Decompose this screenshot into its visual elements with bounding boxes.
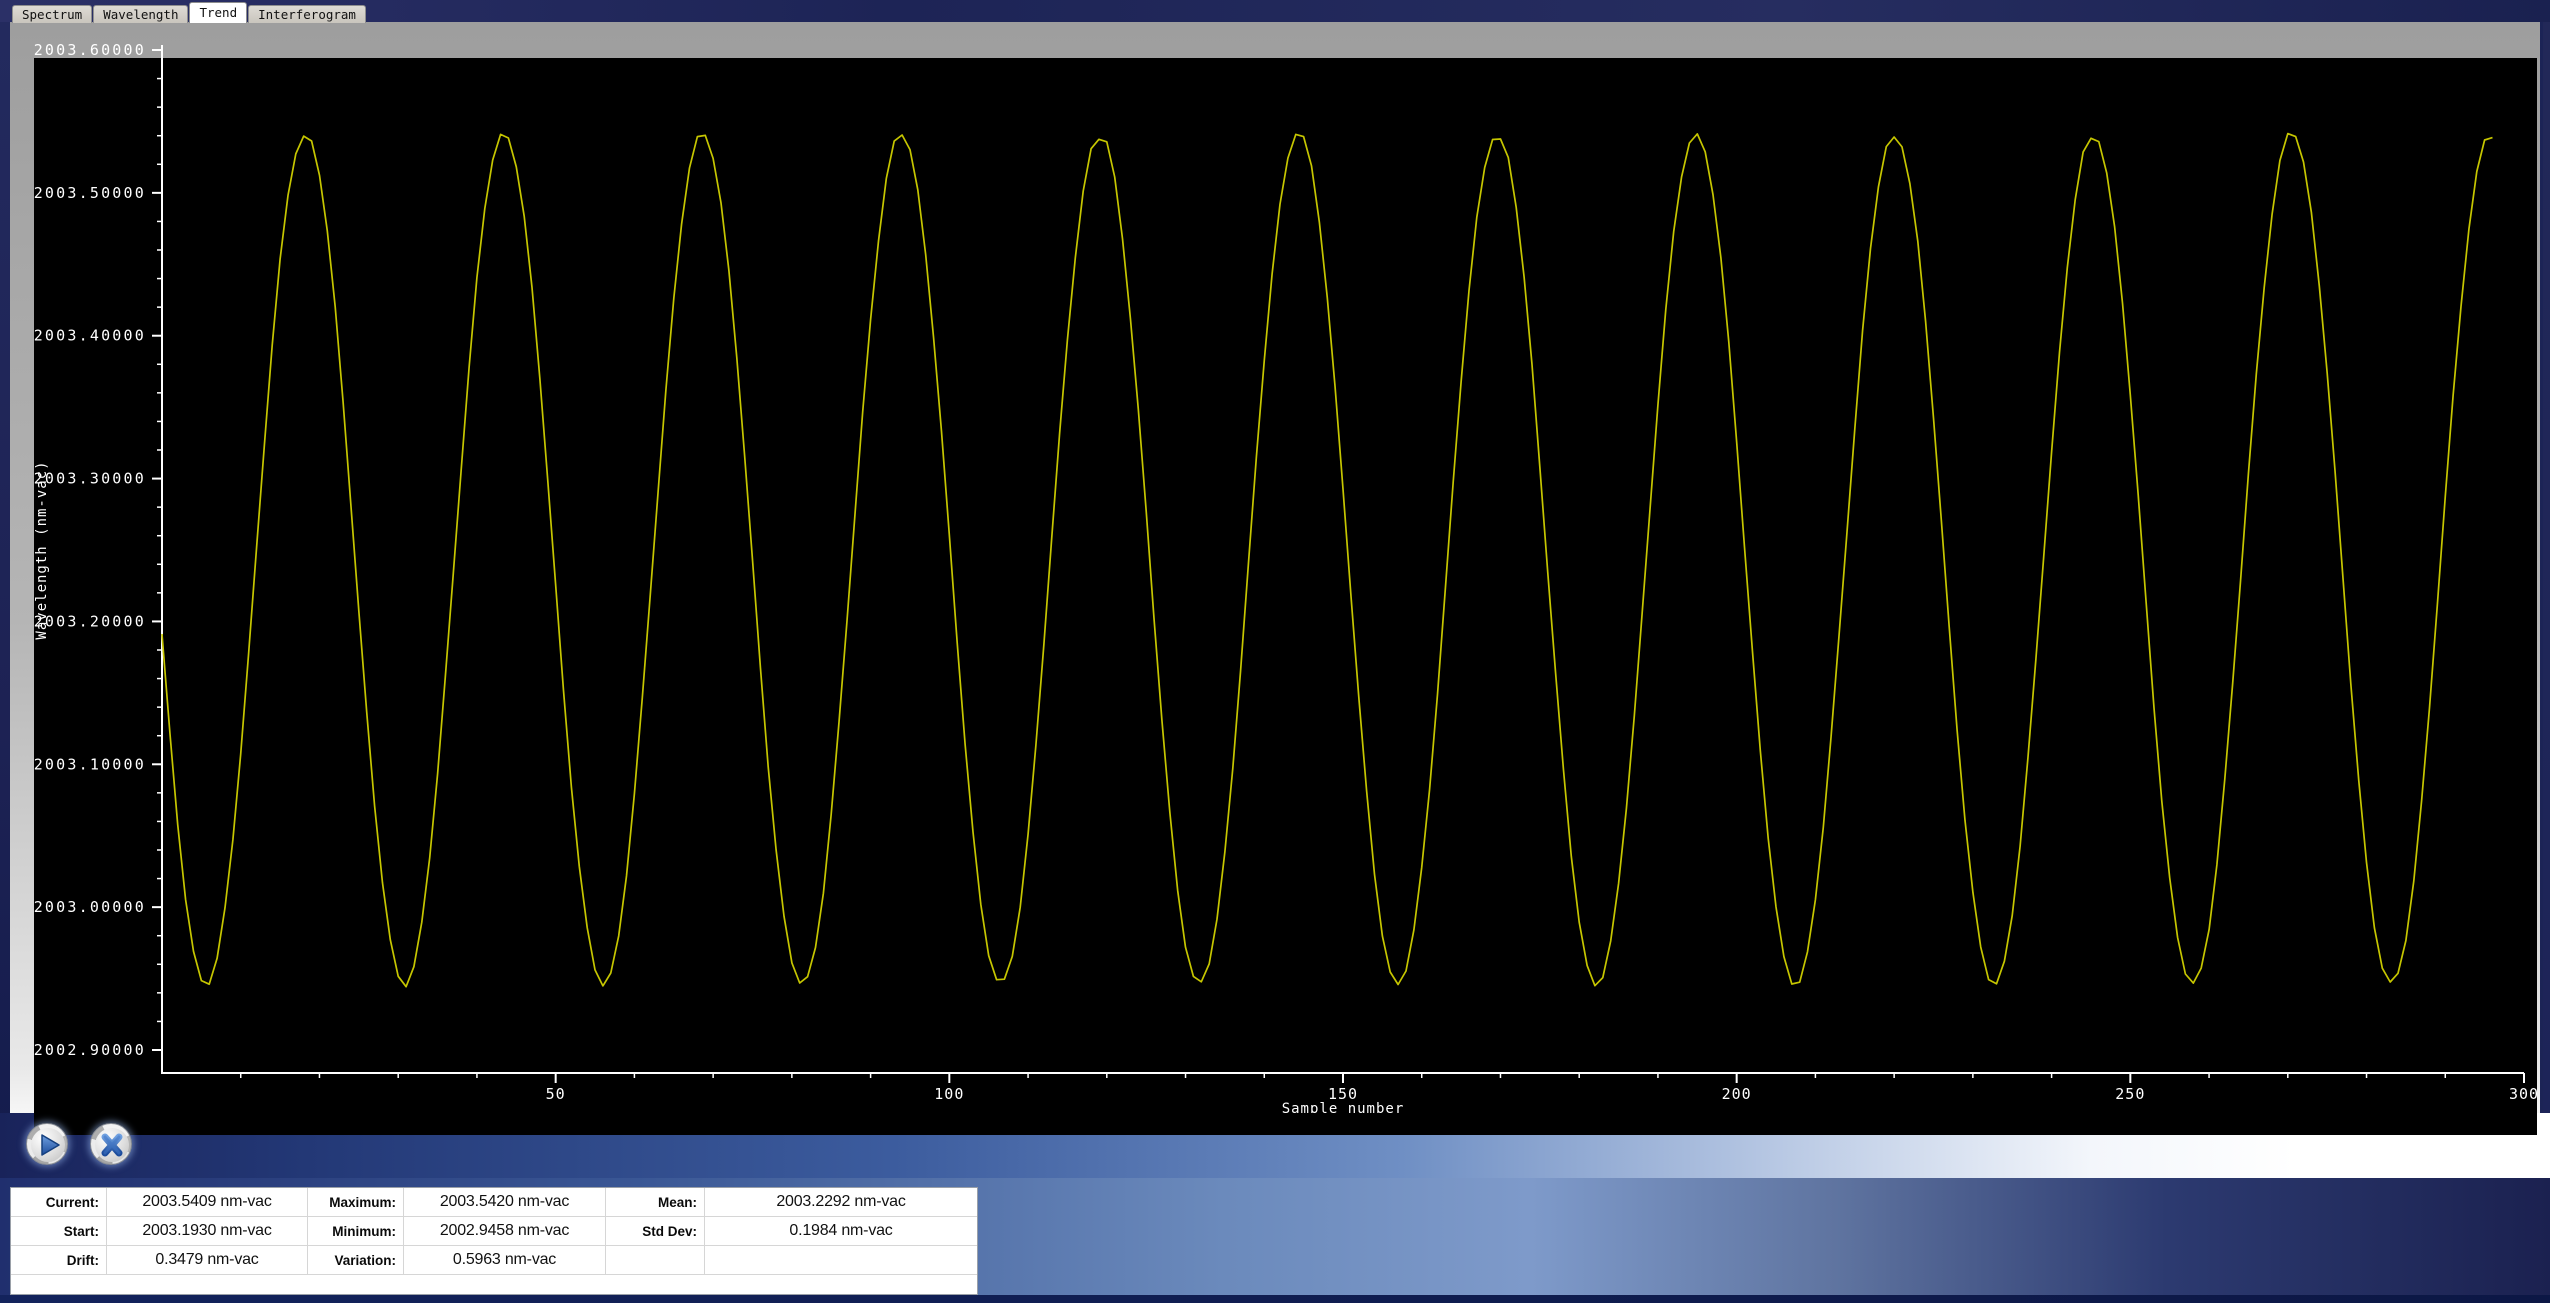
- tab-interferogram[interactable]: Interferogram: [248, 5, 366, 23]
- svg-text:300: 300: [2509, 1085, 2539, 1103]
- svg-text:2002.90000: 2002.90000: [34, 1041, 146, 1059]
- svg-text:2003.10000: 2003.10000: [34, 755, 146, 773]
- stat-value-start: 2003.1930 nm-vac: [107, 1217, 308, 1246]
- stat-label-blank: [606, 1246, 705, 1275]
- svg-text:2003.40000: 2003.40000: [34, 327, 146, 345]
- svg-text:2003.20000: 2003.20000: [34, 612, 146, 630]
- tab-wavelength[interactable]: Wavelength: [93, 5, 189, 23]
- window-bottom-band: [0, 1295, 2550, 1303]
- svg-text:100: 100: [934, 1085, 964, 1103]
- svg-text:200: 200: [1722, 1085, 1752, 1103]
- svg-text:2003.50000: 2003.50000: [34, 184, 146, 202]
- svg-text:Wavelength (nm-vac): Wavelength (nm-vac): [34, 460, 50, 639]
- svg-text:50: 50: [546, 1085, 566, 1103]
- play-button[interactable]: [26, 1123, 68, 1165]
- stat-value-maximum: 2003.5420 nm-vac: [404, 1188, 606, 1217]
- tab-spectrum[interactable]: Spectrum: [12, 5, 93, 23]
- stat-label-maximum: Maximum:: [308, 1188, 404, 1217]
- x-icon: [95, 1128, 129, 1162]
- stat-value-drift: 0.3479 nm-vac: [107, 1246, 308, 1275]
- stat-label-drift: Drift:: [11, 1246, 107, 1275]
- stat-label-minimum: Minimum:: [308, 1217, 404, 1246]
- svg-text:2003.30000: 2003.30000: [34, 470, 146, 488]
- stat-value-current: 2003.5409 nm-vac: [107, 1188, 308, 1217]
- stat-label-current: Current:: [11, 1188, 107, 1217]
- stat-value-minimum: 2002.9458 nm-vac: [404, 1217, 606, 1246]
- stat-label-mean: Mean:: [606, 1188, 705, 1217]
- trend-chart: 2002.90000 2003.00000 2003.10000 2003.20000…: [34, 41, 2539, 1113]
- stat-label-stddev: Std Dev:: [606, 1217, 705, 1246]
- stat-label-start: Start:: [11, 1217, 107, 1246]
- svg-text:2003.60000: 2003.60000: [34, 41, 146, 59]
- stat-value-variation: 0.5963 nm-vac: [404, 1246, 606, 1275]
- stat-value-stddev: 0.1984 nm-vac: [705, 1217, 977, 1246]
- stats-table: Current: 2003.5409 nm-vac Maximum: 2003.…: [10, 1187, 978, 1295]
- svg-text:Sample number: Sample number: [1282, 1101, 1405, 1113]
- play-icon: [31, 1128, 65, 1162]
- stat-label-variation: Variation:: [308, 1246, 404, 1275]
- close-button[interactable]: [90, 1123, 132, 1165]
- tab-bar: Spectrum Wavelength Trend Interferogram: [12, 2, 367, 23]
- svg-text:250: 250: [2115, 1085, 2145, 1103]
- stats-table-empty-row: [11, 1275, 977, 1294]
- svg-text:2003.00000: 2003.00000: [34, 898, 146, 916]
- stat-value-mean: 2003.2292 nm-vac: [705, 1188, 977, 1217]
- tab-trend[interactable]: Trend: [189, 2, 248, 23]
- stat-value-blank: [705, 1246, 977, 1275]
